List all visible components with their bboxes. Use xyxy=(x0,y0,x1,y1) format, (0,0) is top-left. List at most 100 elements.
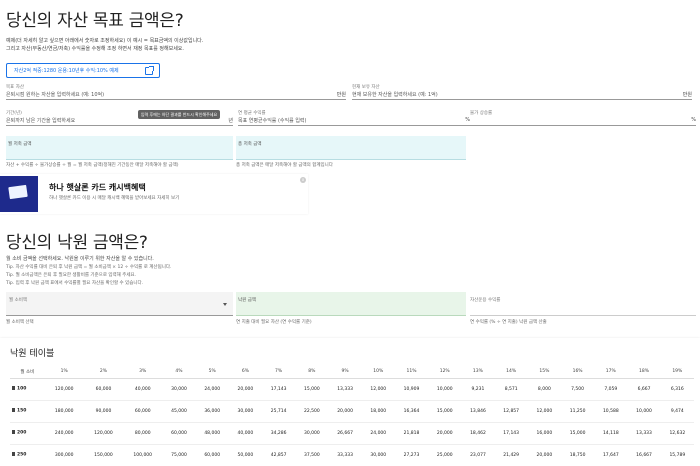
table-cell: 8,571 xyxy=(494,378,528,401)
years-input[interactable]: 은퇴까지 남은 기간을 입력하세요 xyxy=(6,117,75,124)
table-header-cell: 1% xyxy=(44,366,84,379)
table-cell: 18,750 xyxy=(560,444,595,466)
table-cell: 48,000 xyxy=(195,422,229,445)
table-cell: 9,231 xyxy=(461,378,495,401)
inflation-field[interactable]: 물가 상승률 % xyxy=(470,110,696,126)
table-cell: 17,143 xyxy=(262,378,296,401)
table-cell: 90,000 xyxy=(83,400,124,423)
close-icon[interactable]: x xyxy=(300,177,306,183)
table-cell: 13,333 xyxy=(328,378,362,401)
paradise-amount-result: 낙원 금액 xyxy=(236,292,466,316)
ad-title[interactable]: 하나 햇살론 카드 캐시백혜택 xyxy=(49,182,146,193)
current-asset-input[interactable]: 현재 보유한 자산을 입력하세요 (예: 1억) xyxy=(352,91,438,98)
table-header-cell: 14% xyxy=(494,366,528,379)
asset-goal-desc-2: 그리고 자산(부동산/연금/저축) 수익률을 수정해 조정 하면서 재정 목표를… xyxy=(6,46,184,52)
ad-banner[interactable]: 하나 햇살론 카드 캐시백혜택 하나 햇살론 카드 이용 시 매달 캐시백 혜택… xyxy=(0,174,308,214)
table-cell: 150,000 xyxy=(83,444,124,466)
table-cell: 22,500 xyxy=(295,400,329,423)
table-header-cell: 3% xyxy=(123,366,163,379)
total-saving-result: 총 저축 금액 xyxy=(236,136,466,160)
monthly-saving-label: 월 저축 금액 xyxy=(8,142,32,147)
current-asset-field[interactable]: 현재 보유 자산 현재 보유한 자산을 입력하세요 (예: 1억) 만원 xyxy=(352,84,692,100)
table-cell: 40,000 xyxy=(123,378,163,401)
table-cell: 36,000 xyxy=(195,400,229,423)
table-header-cell: 15% xyxy=(527,366,561,379)
table-cell: 37,500 xyxy=(295,444,329,466)
table-header-cell: 월 소비 xyxy=(10,366,45,379)
total-saving-label: 총 저축 금액 xyxy=(238,142,262,147)
table-header-cell: 16% xyxy=(560,366,595,379)
goal-asset-input[interactable]: 은퇴시점 원하는 자산을 입력하세요 (예: 10억) xyxy=(6,91,104,98)
example-button-label: 자산2억 적중:1280 운용:10년후 수익:10% 예제 xyxy=(14,68,119,74)
current-asset-unit: 만원 xyxy=(682,92,692,98)
money-icon xyxy=(12,430,15,435)
table-header-cell: 18% xyxy=(627,366,661,379)
table-cell: 20,000 xyxy=(228,378,263,401)
table-cell: 12,000 xyxy=(361,378,395,401)
table-cell: 80,000 xyxy=(123,422,163,445)
paradise-table-title: 낙원 테이블 xyxy=(10,349,55,359)
table-row: 250 300,000 150,000 100,000 75,000 60,000 50,0… xyxy=(10,444,694,466)
table-cell: 42,857 xyxy=(262,444,296,466)
rate-caption: 연 수익률 (% ÷ 연 지출) 낙원 금액 산출 xyxy=(470,320,547,325)
table-cell: 30,000 xyxy=(295,422,329,445)
table-cell: 50,000 xyxy=(228,444,263,466)
goal-asset-field[interactable]: 목표 자산 은퇴시점 원하는 자산을 입력하세요 (예: 10억) 만원 xyxy=(6,84,346,100)
table-cell: 25,714 xyxy=(262,400,296,423)
rate-field[interactable]: 자산운용 수익률 xyxy=(470,292,696,316)
table-row: 200 240,000 120,000 80,000 60,000 48,000 40,00… xyxy=(10,422,694,445)
table-cell: 10,909 xyxy=(394,378,429,401)
return-input[interactable]: 목표 연평균수익률 (수익률 입력) xyxy=(238,117,306,124)
table-cell: 120,000 xyxy=(44,378,84,401)
table-cell: 30,000 xyxy=(361,444,395,466)
total-saving-note: 총 저축 금액은 매달 저축해야 할 금액의 합계입니다 xyxy=(236,163,333,168)
table-header-cell: 6% xyxy=(228,366,263,379)
return-field[interactable]: 연 평균 수익률 목표 연평균수익률 (수익률 입력) % xyxy=(238,110,470,126)
table-cell: 13,333 xyxy=(627,422,661,445)
table-header-cell: 17% xyxy=(594,366,628,379)
table-cell: 240,000 xyxy=(44,422,84,445)
table-cell: 6,316 xyxy=(660,378,694,401)
table-cell: 10,000 xyxy=(428,378,462,401)
table-header-cell: 19% xyxy=(660,366,694,379)
table-cell: 60,000 xyxy=(162,422,196,445)
asset-goal-title: 당신의 자산 목표 금액은? xyxy=(6,11,184,31)
inflation-unit: % xyxy=(691,117,696,123)
table-cell: 15,789 xyxy=(660,444,694,466)
years-label: 기간(년) xyxy=(6,111,22,116)
table-cell: 180,000 xyxy=(44,400,84,423)
monthly-spend-label: 월 소비액 xyxy=(9,298,27,303)
paradise-amount-label: 낙원 금액 xyxy=(238,298,256,303)
table-cell: 12,857 xyxy=(494,400,528,423)
table-cell: 120,000 xyxy=(83,422,124,445)
table-cell: 15,000 xyxy=(560,422,595,445)
table-header-cell: 5% xyxy=(195,366,229,379)
table-cell: 30,000 xyxy=(162,378,196,401)
table-header-cell: 10% xyxy=(361,366,395,379)
row-header-label: 250 xyxy=(17,452,27,458)
paradise-tip-2: Tip. 월 소비금액은 은퇴 후 필요한 생활비를 기준으로 입력해 주세요. xyxy=(6,273,137,278)
table-cell: 10,588 xyxy=(594,400,628,423)
table-header-cell: 2% xyxy=(83,366,124,379)
money-icon xyxy=(12,386,15,391)
row-header-label: 200 xyxy=(17,430,27,436)
table-cell: 24,000 xyxy=(195,378,229,401)
table-cell: 26,667 xyxy=(328,422,362,445)
row-header-cell: 150 xyxy=(10,400,45,423)
table-cell: 9,474 xyxy=(660,400,694,423)
table-cell: 20,000 xyxy=(328,400,362,423)
asset-goal-desc-1: 예제(더 자세히 알고 싶으면 아래에서 숫자로 조정하세요) 이 예시 = 목… xyxy=(6,38,204,44)
example-button[interactable]: 자산2억 적중:1280 운용:10년후 수익:10% 예제 xyxy=(6,63,160,78)
money-icon xyxy=(12,408,15,413)
table-cell: 34,286 xyxy=(262,422,296,445)
table-cell: 20,000 xyxy=(527,444,561,466)
table-cell: 100,000 xyxy=(123,444,163,466)
row-header-label: 150 xyxy=(17,408,27,414)
card-image xyxy=(0,176,38,212)
dropdown-caret-icon[interactable] xyxy=(223,303,227,306)
table-cell: 16,000 xyxy=(527,422,561,445)
paradise-table-card: 낙원 테이블 월 소비 1% 2% 3% 4% 5% 6% 7% 8% 9% 10% 11% 12% 13… xyxy=(0,338,700,466)
monthly-spend-select[interactable]: 월 소비액 xyxy=(6,292,233,316)
table-cell: 300,000 xyxy=(44,444,84,466)
table-cell: 15,000 xyxy=(428,400,462,423)
